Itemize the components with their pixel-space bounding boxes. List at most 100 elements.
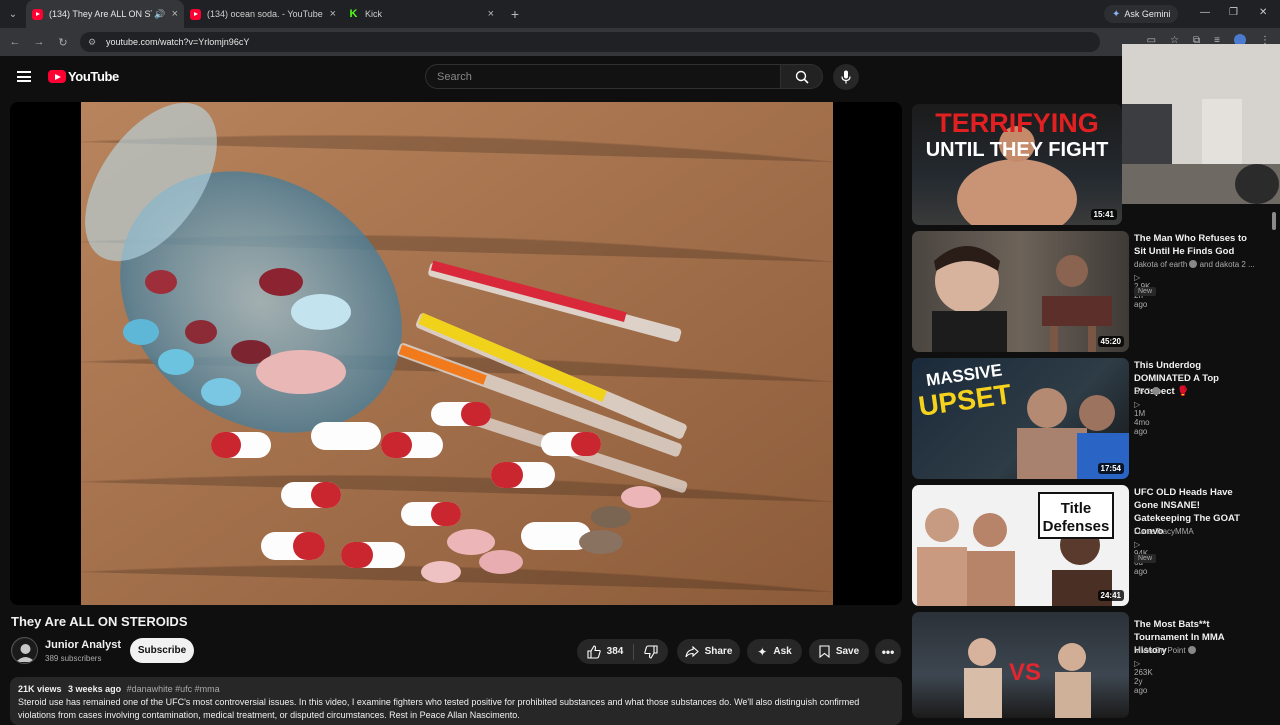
youtube-logo[interactable]: YouTube — [48, 69, 119, 84]
menu-icon[interactable] — [17, 71, 31, 82]
video-duration: 17:54 — [1097, 463, 1124, 474]
sidebar-scrollbar[interactable] — [1272, 212, 1276, 230]
ask-gemini-button[interactable]: ✦ Ask Gemini — [1104, 5, 1179, 23]
thumbnail-headline: TERRIFYING — [935, 108, 1099, 138]
pills-and-syringes-image — [81, 102, 833, 605]
play-icon: ▷ — [1134, 400, 1141, 409]
fighter-thumbnail-image: TERRIFYING UNTIL THEY FIGHT — [926, 108, 1109, 225]
subscriber-count: 389 subscribers — [45, 654, 102, 663]
description-box[interactable]: 21K views 3 weeks ago #danawhite #ufc #m… — [10, 677, 902, 725]
share-label: Share — [704, 646, 733, 657]
video-stats: ▷ 1M 4mo ago — [1134, 400, 1150, 436]
bookmark-icon — [819, 645, 830, 658]
channel-name[interactable]: LucasTracyMMA — [1134, 527, 1264, 536]
stats-text: 263K 2y ago — [1134, 668, 1153, 695]
channel-name: MMA On Point — [1134, 646, 1186, 655]
tab-kick[interactable]: K Kick × — [342, 0, 500, 28]
restore-icon[interactable]: ❐ — [1229, 7, 1238, 18]
video-frame[interactable] — [81, 102, 833, 605]
youtube-play-icon — [48, 70, 66, 83]
thumbnail-subheadline: Defenses — [1043, 518, 1110, 535]
play-icon: ▷ — [1134, 273, 1141, 282]
tab-search-icon[interactable]: ⌄ — [0, 0, 26, 28]
tab-ocean-soda[interactable]: (134) ocean soda. - YouTube × — [184, 0, 342, 28]
save-button[interactable]: Save — [809, 639, 869, 664]
like-button[interactable]: 384 — [587, 643, 635, 660]
video-title: They Are ALL ON STEROIDS — [11, 614, 188, 629]
upload-age: 3 weeks ago — [68, 684, 122, 694]
verified-icon — [1189, 260, 1198, 268]
room-webcam-image — [1122, 44, 1280, 204]
channel-line[interactable]: dakota of earth and dakota 2 ... — [1134, 260, 1264, 269]
youtube-favicon-icon — [190, 8, 201, 20]
stats-text: 1M 4mo ago — [1134, 409, 1150, 436]
close-tab-icon[interactable]: × — [172, 8, 178, 20]
tab-current-video[interactable]: (134) They Are ALL ON STE 🔊 × — [26, 0, 184, 28]
channel-avatar[interactable] — [11, 637, 38, 664]
more-horizontal-icon: ••• — [881, 644, 895, 659]
dislike-button[interactable] — [644, 644, 658, 659]
play-icon: ▷ — [1134, 540, 1141, 549]
save-label: Save — [835, 646, 860, 657]
verified-icon — [1187, 646, 1196, 654]
channel-line[interactable]: UFC — [1134, 387, 1264, 396]
tab-title: (134) ocean soda. - YouTube — [207, 9, 323, 19]
forward-icon[interactable]: → — [27, 36, 51, 48]
description-text: Steroid use has remained one of the UFC'… — [18, 697, 860, 720]
close-window-icon[interactable]: ✕ — [1259, 7, 1267, 18]
view-count: 21K views — [18, 684, 62, 694]
kick-favicon-icon: K — [349, 7, 358, 20]
fight-thumbnail-image: MASSIVE UPSET — [917, 360, 1129, 479]
back-icon[interactable]: ← — [3, 36, 27, 48]
channel-name: dakota of earth — [1134, 260, 1188, 269]
video-thumbnail[interactable]: Title Defenses 24:41 — [912, 485, 1129, 606]
thumbs-up-icon — [587, 644, 601, 659]
channel-name[interactable]: Junior Analyst — [45, 639, 121, 651]
more-actions-button[interactable]: ••• — [875, 639, 901, 664]
verified-icon — [1152, 387, 1161, 395]
site-info-icon[interactable]: ⚙ — [88, 37, 102, 48]
fighters-thumbnail-image: Title Defenses — [917, 492, 1114, 606]
hashtags[interactable]: #danawhite #ufc #mma — [127, 684, 220, 694]
close-tab-icon[interactable]: × — [488, 8, 494, 20]
thumbnail-subheadline: UNTIL THEY FIGHT — [926, 139, 1109, 161]
browser-tab-bar: ⌄ (134) They Are ALL ON STE 🔊 × (134) oc… — [0, 0, 1280, 28]
sparkle-icon: ✦ — [757, 644, 768, 659]
share-button[interactable]: Share — [677, 639, 740, 664]
tab-title: Kick — [365, 9, 383, 19]
youtube-logo-text: YouTube — [68, 69, 119, 84]
speaker-icon[interactable]: 🔊 — [154, 9, 165, 20]
url-bar[interactable]: ⚙ youtube.com/watch?v=Yrlomjn96cY — [80, 32, 1100, 52]
like-dislike-group: 384 — [577, 639, 668, 664]
reload-icon[interactable]: ↻ — [51, 36, 75, 49]
video-duration: 15:41 — [1090, 209, 1117, 220]
search-input[interactable]: Search — [425, 64, 781, 89]
video-thumbnail[interactable]: VS — [912, 612, 1129, 718]
youtube-header: YouTube Search — [0, 56, 1280, 98]
ask-button[interactable]: ✦ Ask — [747, 639, 802, 664]
channel-name: UFC — [1134, 387, 1151, 396]
webcam-overlay — [1122, 44, 1280, 204]
close-tab-icon[interactable]: × — [330, 8, 336, 20]
minimize-icon[interactable]: — — [1200, 7, 1210, 18]
thumbnail-vs: VS — [1009, 659, 1041, 686]
video-thumbnail[interactable]: MASSIVE UPSET 17:54 — [912, 358, 1129, 479]
video-thumbnail[interactable]: TERRIFYING UNTIL THEY FIGHT 15:41 — [912, 104, 1122, 225]
search-button[interactable] — [781, 64, 823, 89]
like-count: 384 — [606, 646, 624, 657]
video-title[interactable]: The Man Who Refuses to Sit Until He Find… — [1134, 232, 1259, 258]
play-icon: ▷ — [1134, 659, 1141, 668]
address-bar-row: ← → ↻ ⚙ youtube.com/watch?v=Yrlomjn96cY … — [0, 28, 1280, 56]
video-player[interactable] — [10, 102, 902, 605]
video-thumbnail[interactable]: 45:20 — [912, 231, 1129, 352]
voice-search-button[interactable] — [833, 64, 859, 90]
ask-gemini-label: Ask Gemini — [1124, 9, 1171, 19]
microphone-icon — [841, 70, 851, 84]
url-text: youtube.com/watch?v=Yrlomjn96cY — [106, 37, 250, 47]
video-duration: 24:41 — [1097, 590, 1124, 601]
man-thumbnail-image — [932, 246, 1112, 352]
video-duration: 45:20 — [1097, 336, 1124, 347]
new-tab-button[interactable]: + — [504, 6, 526, 22]
channel-line[interactable]: MMA On Point — [1134, 646, 1264, 655]
subscribe-button[interactable]: Subscribe — [130, 638, 194, 663]
